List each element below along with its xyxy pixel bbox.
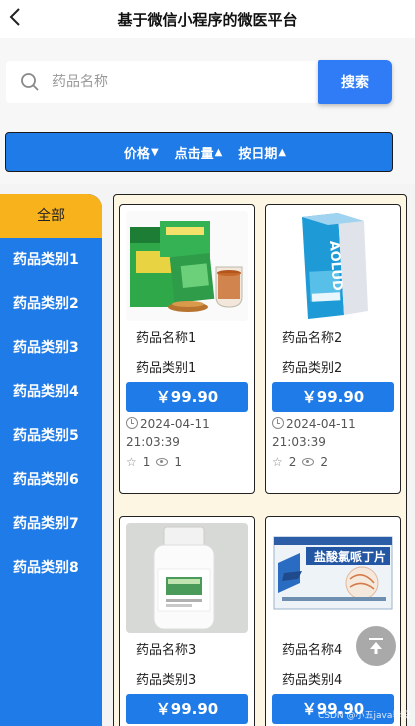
- product-stats: ☆ 2 2: [272, 455, 328, 469]
- nav-bar: 基于微信小程序的微医平台: [0, 0, 415, 38]
- sort-by-price[interactable]: 价格 ▼: [124, 143, 159, 162]
- price-button[interactable]: ￥99.90: [272, 382, 394, 412]
- category-sidebar: 全部 药品类别1 药品类别2 药品类别3 药品类别4 药品类别5 药品类别6 药…: [0, 194, 102, 726]
- sort-options: 价格 ▼ 点击量 ▲ 按日期 ▲: [5, 132, 393, 172]
- eye-icon: [302, 458, 315, 466]
- date-text: 2024-04-11: [140, 417, 210, 431]
- clock-icon: [126, 417, 138, 429]
- sidebar-item-category-5[interactable]: 药品类别5: [0, 414, 102, 458]
- product-image: AOLUD: [272, 211, 394, 321]
- triangle-down-icon: ▼: [150, 146, 159, 158]
- publish-date: 2024-04-11 21:03:39: [272, 415, 396, 451]
- product-category: 药品类别3: [136, 673, 197, 688]
- product-image: 盐酸氯哌丁片: [272, 523, 394, 633]
- back-to-top-button[interactable]: [356, 626, 396, 666]
- search-input[interactable]: [52, 61, 312, 103]
- price-button[interactable]: ￥99.90: [126, 694, 248, 724]
- search-box: [6, 61, 319, 103]
- time-text: 21:03:39: [272, 435, 326, 449]
- time-text: 21:03:39: [126, 435, 180, 449]
- product-name: 药品名称4: [282, 643, 343, 658]
- sidebar-item-all[interactable]: 全部: [0, 194, 102, 238]
- like-count: 1: [142, 455, 151, 469]
- product-image-label: 盐酸氯哌丁片: [314, 549, 386, 564]
- triangle-up-icon: ▲: [214, 146, 223, 158]
- publish-date: 2024-04-11 21:03:39: [126, 415, 250, 451]
- product-name: 药品名称1: [136, 331, 197, 346]
- sidebar-item-category-2[interactable]: 药品类别2: [0, 282, 102, 326]
- product-name: 药品名称2: [282, 331, 343, 346]
- search-button[interactable]: 搜索: [318, 60, 392, 104]
- sidebar-item-category-6[interactable]: 药品类别6: [0, 458, 102, 502]
- view-count: 1: [174, 455, 183, 469]
- sort-by-clicks[interactable]: 点击量 ▲: [175, 143, 223, 162]
- sidebar-item-category-4[interactable]: 药品类别4: [0, 370, 102, 414]
- product-category: 药品类别1: [136, 361, 197, 376]
- sidebar-item-category-1[interactable]: 药品类别1: [0, 238, 102, 282]
- arrow-up-icon: [369, 638, 383, 654]
- sort-label: 点击量: [174, 146, 214, 162]
- clock-icon: [272, 417, 284, 429]
- sidebar-item-category-8[interactable]: 药品类别8: [0, 546, 102, 590]
- sidebar-item-category-3[interactable]: 药品类别3: [0, 326, 102, 370]
- product-category: 药品类别2: [282, 361, 343, 376]
- product-card[interactable]: 盐酸氯哌丁片 药品名称4 药品类别4 ￥99.90: [265, 516, 401, 726]
- search-area: 搜索: [0, 38, 415, 124]
- search-icon: [21, 73, 39, 91]
- product-stats: ☆ 1 1: [126, 455, 182, 469]
- date-text: 2024-04-11: [286, 417, 356, 431]
- product-card[interactable]: AOLUD 药品名称2 药品类别2 ￥99.90 2024-04-11 21:0…: [265, 204, 401, 494]
- watermark: CSDN @小五java毕设: [318, 711, 411, 721]
- eye-icon: [156, 458, 169, 466]
- product-card[interactable]: 药品名称1 药品类别1 ￥99.90 2024-04-11 21:03:39 ☆…: [119, 204, 255, 494]
- page-title: 基于微信小程序的微医平台: [117, 11, 298, 29]
- sort-label: 价格: [123, 146, 150, 162]
- product-name: 药品名称3: [136, 643, 197, 658]
- product-category: 药品类别4: [282, 673, 343, 688]
- view-count: 2: [320, 455, 329, 469]
- star-icon: ☆: [272, 455, 283, 469]
- triangle-up-icon: ▲: [278, 146, 287, 158]
- price-button[interactable]: ￥99.90: [126, 382, 248, 412]
- product-image: [126, 211, 248, 321]
- sort-by-date[interactable]: 按日期 ▲: [238, 143, 286, 162]
- sidebar-item-category-7[interactable]: 药品类别7: [0, 502, 102, 546]
- star-icon: ☆: [126, 455, 137, 469]
- like-count: 2: [288, 455, 297, 469]
- content-area: 全部 药品类别1 药品类别2 药品类别3 药品类别4 药品类别5 药品类别6 药…: [0, 184, 415, 726]
- product-image: [126, 523, 248, 633]
- product-card[interactable]: 药品名称3 药品类别3 ￥99.90: [119, 516, 255, 726]
- sort-label: 按日期: [238, 146, 278, 162]
- sort-bar: 价格 ▼ 点击量 ▲ 按日期 ▲: [0, 124, 415, 184]
